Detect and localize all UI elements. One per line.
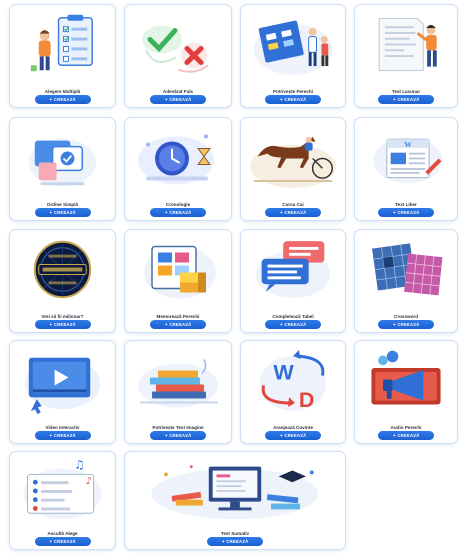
card-title: Video Interactiv <box>45 425 80 430</box>
card-title: Text Liber <box>395 202 417 207</box>
card-title: Potrivește Perechi <box>272 89 314 94</box>
ordered-cards-icon <box>13 121 112 194</box>
magic-wand-icon: ✦ <box>392 433 397 438</box>
create-button[interactable]: ✦CREEAZĂ <box>34 320 91 329</box>
matching-board-icon <box>244 8 342 81</box>
activity-card-vrei-sa-fii-milionar[interactable]: Vrei să fii milionar? ✦CREEAZĂ <box>9 229 116 333</box>
create-button[interactable]: ✦CREEAZĂ <box>34 431 91 440</box>
video-play-icon <box>13 344 112 417</box>
activity-card-cursa-cai[interactable]: Cursa Cai ✦CREEAZĂ <box>240 117 346 221</box>
check-cross-icon <box>128 8 228 81</box>
create-button[interactable]: ✦CREEAZĂ <box>378 320 434 329</box>
magic-wand-icon: ✦ <box>49 97 53 102</box>
magic-wand-icon: ✦ <box>392 210 397 215</box>
megaphone-icon <box>358 344 454 417</box>
activity-card-text-lacunar[interactable]: Text Lacunar ✦CREEAZĂ <box>354 4 458 108</box>
magic-wand-icon: ✦ <box>279 210 284 215</box>
card-title: Alegere Multiplă <box>44 89 81 94</box>
create-button[interactable]: ✦CREEAZĂ <box>34 537 91 546</box>
create-button[interactable]: ✦CREEAZĂ <box>34 208 91 217</box>
magic-wand-icon: ✦ <box>279 97 284 102</box>
clock-hourglass-icon <box>128 121 228 194</box>
create-button[interactable]: ✦CREEAZĂ <box>265 320 321 329</box>
card-title: Vrei să fii milionar? <box>41 314 84 319</box>
svg-text:W: W <box>404 140 412 149</box>
activity-card-crossword[interactable]: Crossword ✦CREEAZĂ <box>354 229 458 333</box>
horse-race-icon <box>244 121 342 194</box>
card-title: Audio Perechi <box>390 425 422 430</box>
card-title: Ascultă Alege <box>47 531 78 536</box>
svg-text:D: D <box>299 387 315 412</box>
magic-wand-icon: ✦ <box>392 97 397 102</box>
create-button[interactable]: ✦CREEAZĂ <box>150 320 206 329</box>
activity-card-alegere-multipla[interactable]: Alegere Multiplă ✦CREEAZĂ <box>9 4 116 108</box>
magic-wand-icon: ✦ <box>49 210 53 215</box>
create-button[interactable]: ✦CREEAZĂ <box>265 95 321 104</box>
create-button[interactable]: ✦CREEAZĂ <box>34 95 91 104</box>
magic-wand-icon: ✦ <box>49 539 53 544</box>
activity-card-ordine-simpla[interactable]: Ordine Simplă ✦CREEAZĂ <box>9 117 116 221</box>
activity-card-potriveste-text-imagine[interactable]: Potrivește Text Imagine ✦CREEAZĂ <box>124 340 232 444</box>
magic-wand-icon: ✦ <box>49 322 53 327</box>
create-button[interactable]: ✦CREEAZĂ <box>378 431 434 440</box>
activity-card-aranjeaza-cuvinte[interactable]: W D Aranjează Cuvinte ✦CREEAZĂ <box>240 340 346 444</box>
activity-card-text-liber[interactable]: W Text Liber ✦CREEAZĂ <box>354 117 458 221</box>
card-title: Ordine Simplă <box>46 202 79 207</box>
memory-cards-icon <box>128 233 228 306</box>
create-button[interactable]: ✦CREEAZĂ <box>150 95 206 104</box>
magic-wand-icon: ✦ <box>164 97 169 102</box>
card-title: Cronologie <box>165 202 191 207</box>
magic-wand-icon: ✦ <box>221 539 226 544</box>
card-title: Potrivește Text Imagine <box>152 425 204 430</box>
magic-wand-icon: ✦ <box>164 210 169 215</box>
create-button[interactable]: ✦CREEAZĂ <box>150 208 206 217</box>
computer-test-icon <box>128 455 342 523</box>
create-button[interactable]: ✦CREEAZĂ <box>378 95 434 104</box>
create-button[interactable]: ✦CREEAZĂ <box>150 431 206 440</box>
activity-card-completeaza-tabel[interactable]: Completează Tabel ✦CREEAZĂ <box>240 229 346 333</box>
books-stack-icon <box>128 344 228 417</box>
speech-table-icon <box>244 233 342 306</box>
activity-card-memoreaza-perechi[interactable]: Memorează Perechi ✦CREEAZĂ <box>124 229 232 333</box>
magic-wand-icon: ✦ <box>279 433 284 438</box>
activity-card-asculta-alege[interactable]: ♫ ♪ Ascultă Alege ✦CREEAZĂ <box>9 451 116 550</box>
svg-text:♫: ♫ <box>74 458 84 472</box>
document-person-icon <box>358 8 454 81</box>
activity-card-audio-perechi[interactable]: Audio Perechi ✦CREEAZĂ <box>354 340 458 444</box>
card-title: Memorează Perechi <box>156 314 200 319</box>
card-title: Aranjează Cuvinte <box>273 425 313 430</box>
card-title: Completează Tabel <box>272 314 314 319</box>
magic-wand-icon: ✦ <box>164 322 169 327</box>
create-button[interactable]: ✦CREEAZĂ <box>265 208 321 217</box>
crossword-grid-icon <box>358 233 454 306</box>
create-button[interactable]: ✦CREEAZĂ <box>265 431 321 440</box>
create-button[interactable]: ✦CREEAZĂ <box>378 208 434 217</box>
activity-card-potriveste-perechi[interactable]: Potrivește Perechi ✦CREEAZĂ <box>240 4 346 108</box>
millionaire-logo-icon <box>13 233 112 306</box>
card-title: Adevărat Fals <box>162 89 194 94</box>
checklist-clipboard-icon <box>13 8 112 81</box>
activity-card-video-interactiv[interactable]: Video Interactiv ✦CREEAZĂ <box>9 340 116 444</box>
magic-wand-icon: ✦ <box>49 433 53 438</box>
create-button[interactable]: ✦CREEAZĂ <box>207 537 263 546</box>
card-title: Cursa Cai <box>282 202 304 207</box>
card-title: Crossword <box>394 314 418 319</box>
svg-text:♪: ♪ <box>86 476 92 487</box>
word-arrows-icon: W D <box>244 344 342 417</box>
magic-wand-icon: ✦ <box>392 322 397 327</box>
newspaper-icon: W <box>358 121 454 194</box>
activity-card-cronologie[interactable]: Cronologie ✦CREEAZĂ <box>124 117 232 221</box>
activity-card-test-sumativ[interactable]: Test Sumativ ✦CREEAZĂ <box>124 451 346 550</box>
music-list-icon: ♫ ♪ <box>13 455 112 523</box>
card-title: Text Lacunar <box>391 89 421 94</box>
magic-wand-icon: ✦ <box>164 433 169 438</box>
svg-text:W: W <box>273 360 294 385</box>
card-title: Test Sumativ <box>220 531 250 536</box>
activity-card-adevarat-fals[interactable]: Adevărat Fals ✦CREEAZĂ <box>124 4 232 108</box>
magic-wand-icon: ✦ <box>279 322 284 327</box>
